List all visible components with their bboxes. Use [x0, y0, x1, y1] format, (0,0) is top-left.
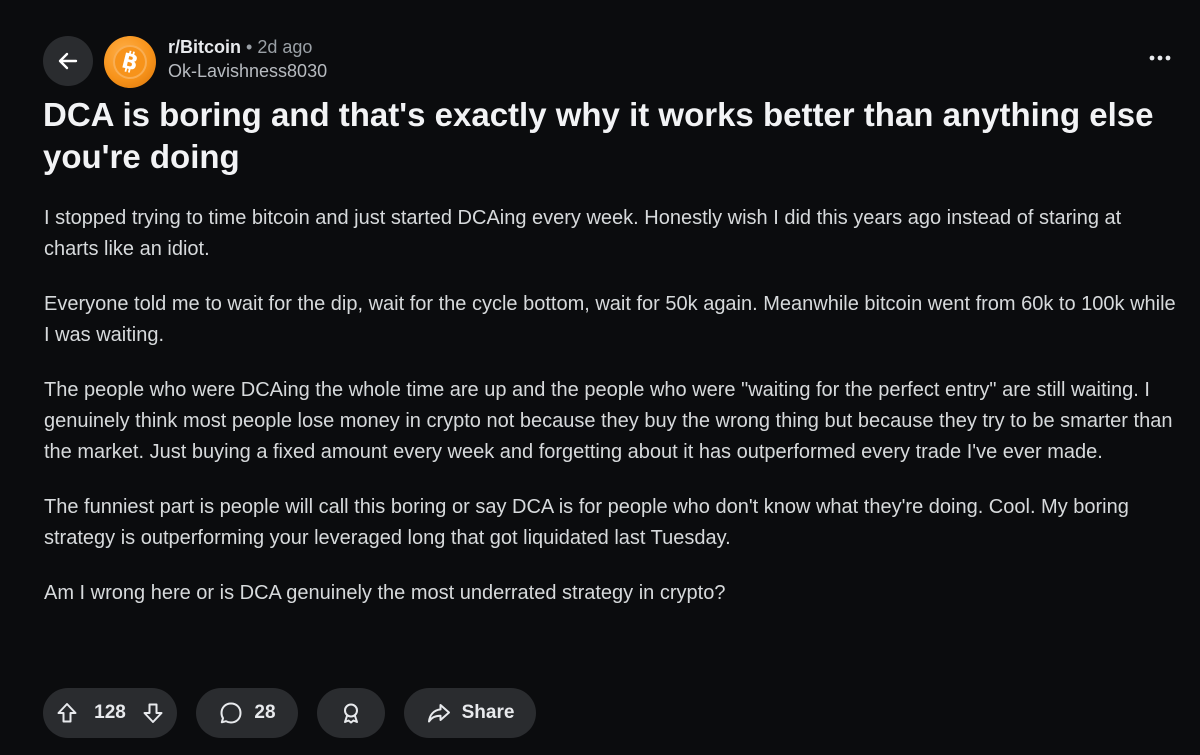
arrow-up-icon	[57, 703, 77, 723]
downvote-button[interactable]	[141, 701, 165, 725]
post-actions-bar: 128 28 Share	[43, 688, 536, 738]
arrow-down-icon	[143, 703, 163, 723]
award-ribbon-icon	[339, 701, 363, 725]
post-meta: r/Bitcoin • 2d ago Ok-Lavishness8030	[168, 35, 327, 83]
post-meta-row: r/Bitcoin • 2d ago	[168, 35, 327, 59]
post-page: B r/Bitcoin • 2d ago Ok-Lavishness8030 D…	[0, 0, 1200, 755]
arrow-left-icon	[56, 49, 80, 73]
more-options-button[interactable]	[1142, 44, 1178, 72]
share-arrow-icon	[426, 701, 452, 725]
vote-control: 128	[43, 688, 177, 738]
post-paragraph: The funniest part is people will call th…	[44, 496, 1129, 549]
more-horizontal-icon	[1148, 54, 1172, 62]
bitcoin-logo-icon: B	[113, 45, 147, 79]
subreddit-avatar[interactable]: B	[104, 36, 156, 88]
vote-count: 128	[94, 702, 126, 723]
post-title: DCA is boring and that's exactly why it …	[43, 96, 1154, 175]
subreddit-link[interactable]: r/Bitcoin	[168, 37, 241, 57]
meta-separator: •	[246, 37, 253, 57]
post-paragraph: I stopped trying to time bitcoin and jus…	[44, 207, 1122, 260]
post-paragraph: Am I wrong here or is DCA genuinely the …	[44, 582, 726, 604]
post-age: 2d ago	[257, 37, 313, 57]
back-button[interactable]	[43, 36, 93, 86]
share-label: Share	[461, 702, 515, 723]
comments-button[interactable]: 28	[196, 688, 298, 738]
post-body: I stopped trying to time bitcoin and jus…	[44, 203, 1179, 633]
author-link[interactable]: Ok-Lavishness8030	[168, 59, 327, 83]
upvote-button[interactable]	[55, 701, 79, 725]
comment-bubble-icon	[218, 700, 244, 726]
post-paragraph: The people who were DCAing the whole tim…	[44, 379, 1173, 463]
share-button[interactable]: Share	[404, 688, 536, 738]
post-paragraph: Everyone told me to wait for the dip, wa…	[44, 293, 1176, 346]
comment-count: 28	[254, 702, 276, 723]
award-button[interactable]	[317, 688, 385, 738]
